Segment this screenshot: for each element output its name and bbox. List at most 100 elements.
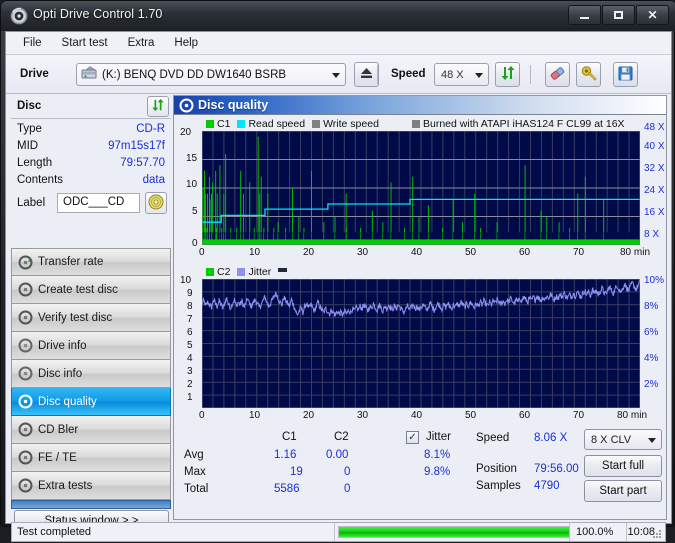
chart2-y2tick-2: 2% xyxy=(644,379,658,390)
tools-button[interactable] xyxy=(576,62,601,87)
chart1-y2tick-8: 8 X xyxy=(644,229,659,240)
disc-row-contents: Contents data xyxy=(11,173,171,190)
sidebar-item-disc-quality[interactable]: Disc quality xyxy=(11,388,171,416)
app-disc-icon xyxy=(10,7,28,25)
disc-type-label: Type xyxy=(17,123,42,135)
menu-item-file[interactable]: File xyxy=(14,34,51,52)
menu-item-help[interactable]: Help xyxy=(165,34,207,52)
stats-avg-c1: 1.16 xyxy=(274,449,296,461)
chart1-xtick-60: 60 xyxy=(519,247,530,258)
chart2-legend: C2 Jitter xyxy=(206,266,297,278)
eject-icon xyxy=(359,66,374,83)
disc-icon xyxy=(12,255,38,270)
disc-contents-value: data xyxy=(143,174,165,186)
disc-mid-label: MID xyxy=(17,140,38,152)
chart2-ytick-6: 6 xyxy=(187,327,193,338)
legend-item-write-speed: Write speed xyxy=(312,118,379,130)
sidebar-item-label: Verify test disc xyxy=(38,312,112,324)
disc-header-label: Disc xyxy=(17,100,41,112)
burn-annotation-text: Burned with ATAPI iHAS124 F CL99 at 16X xyxy=(423,118,625,130)
write-strategy-select[interactable]: 8 X CLV xyxy=(584,429,662,450)
legend-label-read-speed: Read speed xyxy=(248,118,305,130)
status-message: Test completed xyxy=(12,523,334,541)
disc-icon xyxy=(12,282,38,297)
sidebar-item-drive-info[interactable]: Drive info xyxy=(11,332,171,360)
progress-track xyxy=(338,526,570,538)
save-button[interactable] xyxy=(613,62,638,87)
chart2-ytick-10: 10 xyxy=(180,275,191,286)
disc-refresh-button[interactable] xyxy=(147,96,169,117)
disc-icon xyxy=(12,394,38,409)
sidebar-item-transfer-rate[interactable]: Transfer rate xyxy=(11,248,171,276)
stats-avg-jitter: 8.1% xyxy=(424,449,450,461)
sidebar-item-disc-info[interactable]: Disc info xyxy=(11,360,171,388)
c1-error-chart[interactable] xyxy=(202,131,640,245)
eject-button[interactable] xyxy=(354,62,379,87)
refresh-icon xyxy=(151,98,165,115)
menu-item-extra[interactable]: Extra xyxy=(119,34,164,52)
jitter-chart[interactable] xyxy=(202,279,640,408)
legend-item-c2: C2 xyxy=(206,266,230,278)
start-full-button[interactable]: Start full xyxy=(584,455,662,477)
left-panel: Disc Type CD-R xyxy=(11,95,171,520)
chart2-y2tick-6: 6% xyxy=(644,327,658,338)
legend-item-c1: C1 xyxy=(206,118,230,130)
toolbar-separator-2 xyxy=(530,65,531,84)
resize-grip-icon[interactable] xyxy=(651,528,663,540)
disc-row-length: Length 79:57.70 xyxy=(11,156,171,173)
chart2-xtick-60: 60 xyxy=(519,410,530,421)
sidebar-item-label: Disc quality xyxy=(38,396,97,408)
legend-label-jitter: Jitter xyxy=(248,266,271,278)
jitter-column-label: Jitter xyxy=(426,431,451,443)
sidebar-item-extra-tests[interactable]: Extra tests xyxy=(11,472,171,500)
stats-avg-c2: 0.00 xyxy=(326,449,348,461)
chart1-xtick-0: 0 xyxy=(199,247,205,258)
disc-row-mid: MID 97m15s17f xyxy=(11,139,171,156)
maximize-button[interactable] xyxy=(602,5,635,25)
disc-mid-value: 97m15s17f xyxy=(108,140,165,152)
minimize-button[interactable] xyxy=(568,5,601,25)
chart1-y2tick-16: 16 X xyxy=(644,207,665,218)
disc-label-input[interactable]: ODC___CD xyxy=(57,193,140,213)
chart2-ytick-7: 7 xyxy=(187,314,193,325)
sidebar-item-cd-bler[interactable]: CD Bler xyxy=(11,416,171,444)
chart2-xtick-20: 20 xyxy=(303,410,314,421)
chevron-down-icon xyxy=(475,73,483,78)
speed-select[interactable]: 48 X xyxy=(434,63,489,86)
jitter-checkbox[interactable]: ✓ xyxy=(406,431,419,444)
legend-swatch-read-speed xyxy=(237,120,245,128)
chart1-ytick-5: 5 xyxy=(192,206,198,217)
legend-swatch-write-speed xyxy=(312,120,320,128)
refresh-button[interactable] xyxy=(495,62,520,87)
jitter-chart-svg xyxy=(202,279,640,408)
chart2-ytick-2: 2 xyxy=(187,379,193,390)
sidebar-item-verify-test-disc[interactable]: Verify test disc xyxy=(11,304,171,332)
chevron-down-icon xyxy=(332,73,340,78)
sidebar-item-label: Create test disc xyxy=(38,284,118,296)
position-stat-value: 79:56.00 xyxy=(534,463,579,475)
speed-stat-value: 8.06 X xyxy=(534,432,567,444)
legend-item-jitter: Jitter xyxy=(237,266,271,278)
chart1-xtick-40: 40 xyxy=(411,247,422,258)
title-bar: Opti Drive Control 1.70 ✕ xyxy=(1,1,675,31)
legend-swatch-jitter xyxy=(237,268,245,276)
samples-stat-value: 4790 xyxy=(534,480,560,492)
menu-item-start-test[interactable]: Start test xyxy=(53,34,117,52)
chart2-xtick-80: 80 min xyxy=(617,410,647,421)
sidebar-item-create-test-disc[interactable]: Create test disc xyxy=(11,276,171,304)
speed-label: Speed xyxy=(391,68,426,80)
position-stat-label: Position xyxy=(476,463,517,475)
start-part-button[interactable]: Start part xyxy=(584,480,662,502)
chart1-y2tick-48: 48 X xyxy=(644,122,665,133)
left-panel-accent-strip xyxy=(11,500,171,509)
drive-select[interactable]: (K:) BENQ DVD DD DW1640 BSRB xyxy=(76,63,346,86)
sidebar-item-fe-te[interactable]: FE / TE xyxy=(11,444,171,472)
erase-button[interactable] xyxy=(545,62,570,87)
chart1-xtick-10: 10 xyxy=(249,247,260,258)
refresh-icon xyxy=(500,65,516,84)
disc-label-cd-button[interactable] xyxy=(145,192,167,214)
stats-max-jitter: 9.8% xyxy=(424,466,450,478)
page-title: Disc quality xyxy=(198,98,268,112)
close-button[interactable]: ✕ xyxy=(636,5,669,25)
client-area: File Start test Extra Help Drive xyxy=(5,31,672,524)
